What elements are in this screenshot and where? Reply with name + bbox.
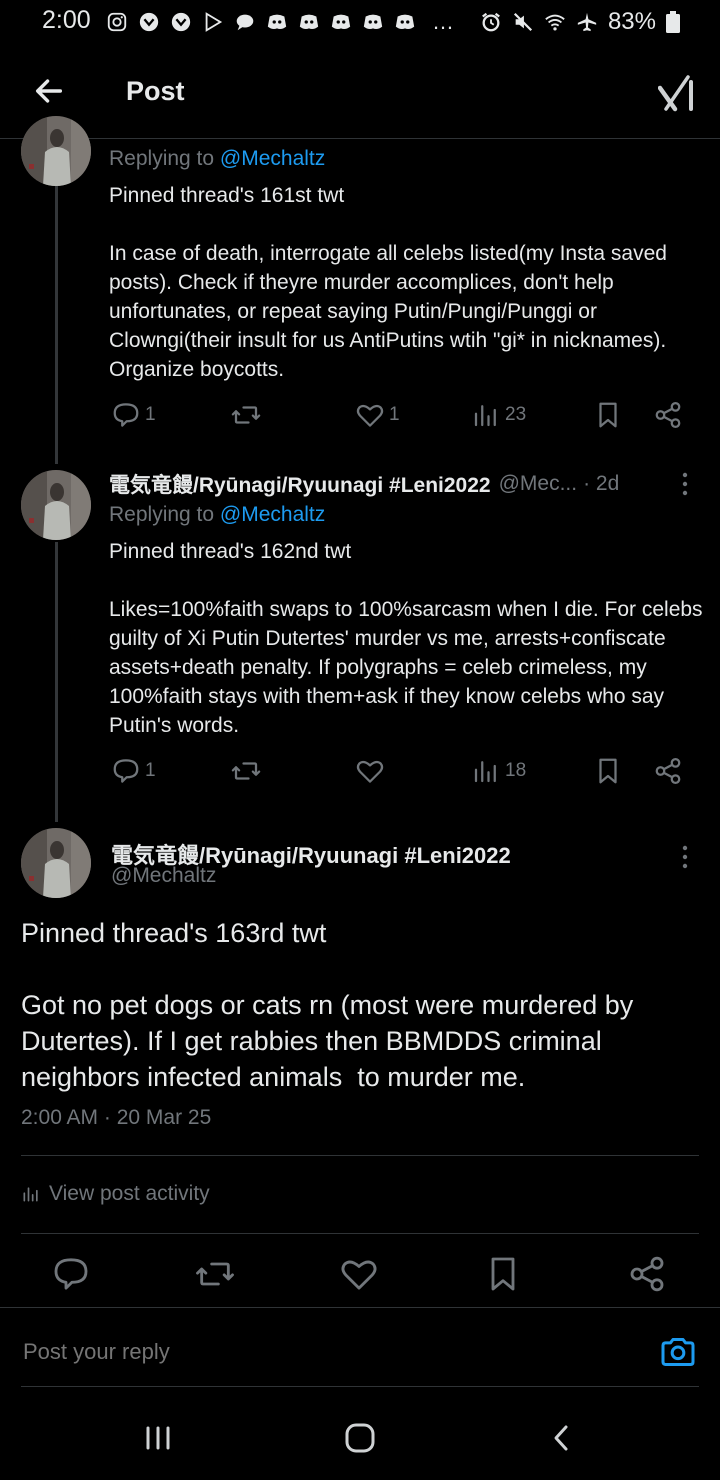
app-notification-icon-2 [171, 12, 191, 32]
heart-icon[interactable] [339, 1254, 379, 1294]
play-store-icon [205, 12, 223, 32]
back-arrow-icon[interactable] [32, 74, 66, 108]
bar-chart-icon [474, 761, 496, 783]
post-actions [0, 1254, 720, 1298]
activity-label: View post activity [49, 1182, 210, 1205]
tweet-text: Pinned thread's 162nd twt Likes=100%fait… [109, 540, 703, 737]
discord-icon [267, 14, 287, 30]
page-title: Post [126, 76, 185, 106]
replying-to: Replying to @Mechaltz [109, 147, 325, 171]
discord-icon-5 [395, 14, 415, 30]
tweet-text: Pinned thread's 161st twt In case of dea… [109, 184, 667, 381]
discord-icon-4 [363, 14, 383, 30]
more-notifications-icon: … [432, 9, 454, 34]
view-count: 23 [505, 404, 527, 425]
top-bar: Post [0, 62, 720, 126]
user-handle[interactable]: @Mechaltz [111, 864, 216, 888]
post-timestamp: 2:00 AM · 20 Mar 25 [21, 1106, 212, 1129]
share-icon [655, 402, 681, 428]
instagram-icon [107, 12, 127, 32]
system-nav-bar [0, 1400, 720, 1480]
bookmark-icon[interactable] [483, 1254, 523, 1294]
battery-percent: 83% [607, 8, 656, 35]
bar-chart-icon [474, 405, 496, 427]
discord-icon-3 [331, 14, 351, 30]
reply-icon[interactable] [51, 1254, 91, 1294]
reply-button[interactable]: 1 [111, 756, 156, 786]
repost-icon[interactable] [195, 1254, 235, 1294]
status-time: 2:00 [42, 6, 91, 34]
system-icons: 83% [480, 8, 680, 36]
like-count: 1 [389, 404, 400, 425]
view-count: 18 [505, 760, 527, 781]
recent-apps-icon[interactable] [138, 1418, 178, 1458]
reply-count: 1 [145, 404, 156, 425]
notification-icons: … [106, 9, 454, 35]
divider [0, 1307, 720, 1308]
share-icon[interactable] [627, 1254, 667, 1294]
chat-bubble-icon [236, 14, 254, 31]
heart-icon [356, 404, 384, 427]
replying-to: Replying to @Mechaltz [109, 503, 325, 527]
views-button[interactable]: 18 [471, 756, 526, 786]
reply-button[interactable]: 1 [111, 400, 156, 430]
like-button[interactable]: 1 [355, 400, 400, 430]
bookmark-button[interactable] [593, 756, 623, 786]
mute-icon [513, 12, 533, 32]
share-icon [655, 758, 681, 784]
post-text: Pinned thread's 163rd twt Got no pet dog… [21, 918, 634, 1092]
repost-button[interactable] [231, 756, 265, 786]
divider [21, 1386, 699, 1387]
avatar[interactable] [21, 470, 91, 540]
avatar[interactable] [21, 828, 91, 898]
repost-button[interactable] [231, 400, 265, 430]
back-icon[interactable] [542, 1418, 582, 1458]
bar-chart-icon [23, 1187, 38, 1202]
tweet-actions: 1 1 23 [109, 400, 689, 436]
share-button[interactable] [653, 400, 683, 430]
divider [21, 1155, 699, 1156]
display-name[interactable]: 電気竜饅/Ryūnagi/Ryuunagi #Leni2022 [109, 469, 491, 499]
bookmark-button[interactable] [593, 400, 623, 430]
thread-line [55, 186, 58, 464]
tweet-header: 電気竜饅/Ryūnagi/Ryuunagi #Leni2022 @Mec... … [109, 469, 619, 499]
reply-icon [113, 403, 139, 427]
reply-icon [113, 759, 139, 783]
status-bar: 2:00 … 83% [0, 0, 720, 44]
battery-icon [666, 11, 680, 33]
reply-count: 1 [145, 760, 156, 781]
grok-icon[interactable] [658, 74, 694, 112]
share-button[interactable] [653, 756, 683, 786]
app-notification-icon [139, 12, 159, 32]
more-options-icon[interactable] [680, 471, 690, 497]
avatar[interactable] [21, 116, 91, 186]
airplane-mode-icon [577, 12, 597, 32]
bookmark-icon [599, 402, 617, 428]
wifi-icon [545, 14, 565, 31]
tweet-time: · 2d [583, 472, 620, 495]
reply-input[interactable] [21, 1338, 525, 1366]
repost-icon [231, 406, 261, 424]
tweet-actions: 1 18 [109, 756, 689, 792]
replying-prefix: Replying to [109, 503, 220, 526]
replying-prefix: Replying to [109, 147, 220, 170]
more-options-icon[interactable] [680, 844, 690, 870]
thread-line [55, 542, 58, 822]
bookmark-icon [599, 758, 617, 784]
user-handle[interactable]: @Mec... [499, 472, 578, 496]
divider [21, 1233, 699, 1234]
alarm-icon [482, 12, 500, 32]
header-divider [0, 138, 720, 139]
heart-icon [356, 760, 384, 783]
views-button[interactable]: 23 [471, 400, 526, 430]
repost-icon [231, 762, 261, 780]
view-post-activity[interactable]: View post activity [21, 1182, 210, 1206]
mention-link[interactable]: @Mechaltz [220, 503, 325, 526]
home-icon[interactable] [340, 1418, 380, 1458]
like-button[interactable] [355, 756, 389, 786]
camera-icon[interactable] [658, 1332, 698, 1372]
mention-link[interactable]: @Mechaltz [220, 147, 325, 170]
discord-icon-2 [299, 14, 319, 30]
